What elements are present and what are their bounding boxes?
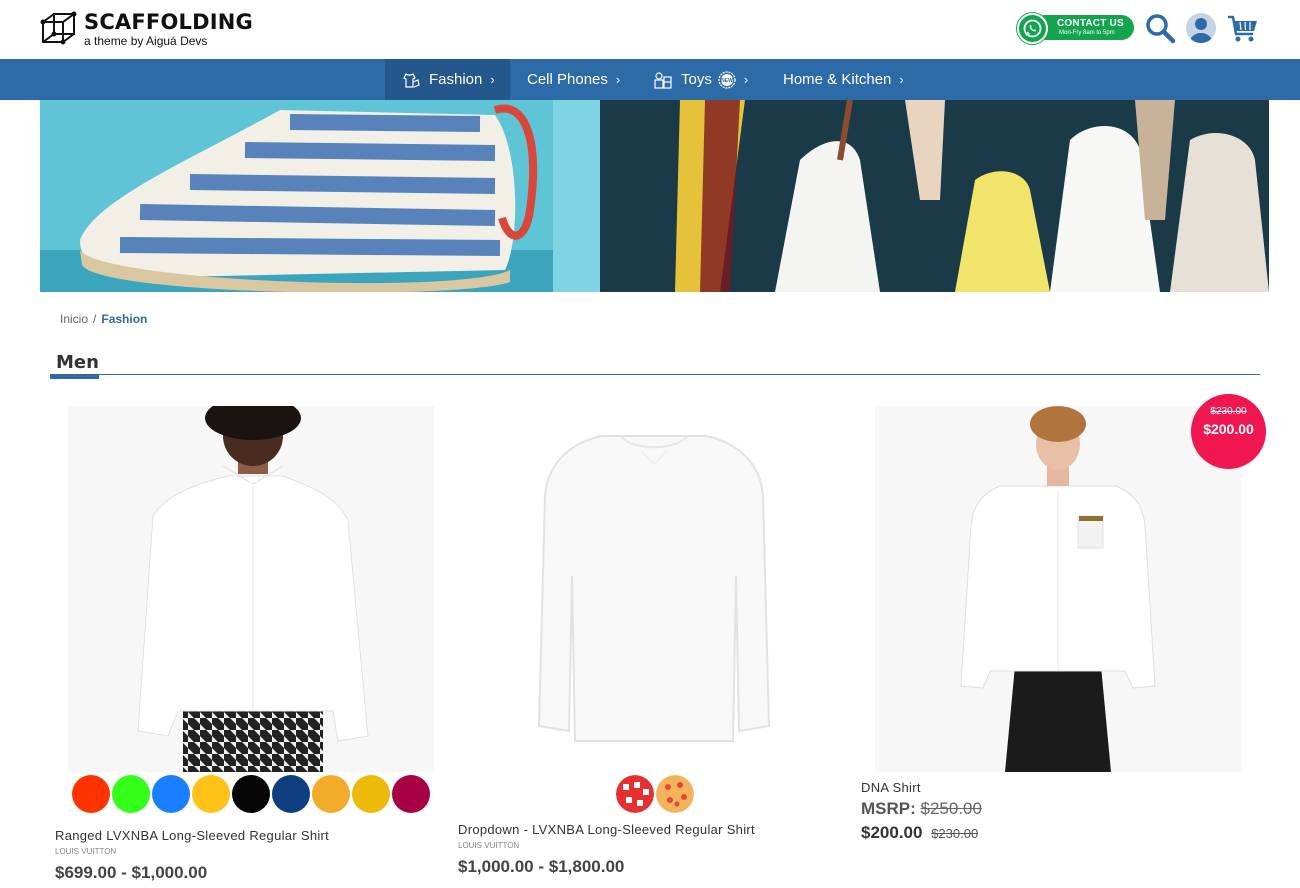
breadcrumb-home-link[interactable]: Inicio: [60, 312, 88, 326]
msrp-label: MSRP:: [861, 799, 916, 818]
section-title: Men: [56, 352, 99, 373]
price-row: $200.00 $230.00: [861, 823, 978, 843]
product-price: $699.00 - $1,000.00: [55, 863, 208, 882]
chevron-right-icon: ›: [490, 72, 495, 87]
color-swatch[interactable]: [192, 775, 230, 813]
chevron-right-icon: ›: [899, 72, 904, 87]
new-badge-text: NEW: [721, 78, 733, 84]
contact-hours: Mon-Fry 8am to 5pm: [1059, 30, 1115, 36]
breadcrumb-current: Fashion: [101, 312, 148, 326]
msrp-row: MSRP: $250.00: [861, 799, 982, 819]
search-icon[interactable]: [1144, 12, 1176, 44]
sale-badge: $230.00 $200.00: [1191, 394, 1266, 469]
breadcrumb-separator: /: [93, 312, 97, 326]
banner-image: [40, 100, 1269, 292]
site-header: SCAFFOLDING a theme by Aiguá Devs CONTAC…: [0, 0, 1300, 59]
chevron-right-icon: ›: [615, 72, 621, 87]
section-divider: [50, 374, 1260, 375]
color-swatch[interactable]: [72, 775, 110, 813]
product-price: $200.00: [861, 823, 923, 842]
product-name[interactable]: Ranged LVXNBA Long-Sleeved Regular Shirt: [55, 828, 329, 843]
product-brand: LOUIS VUITTON: [458, 841, 520, 850]
sale-badge-old-price: $230.00: [1210, 406, 1247, 417]
color-swatch[interactable]: [312, 775, 350, 813]
color-swatches: [72, 775, 430, 813]
pattern-swatch[interactable]: [656, 775, 694, 813]
logo-text: SCAFFOLDING a theme by Aiguá Devs: [84, 9, 253, 48]
main-navigation: Fashion › Cell Phones › Toys NEW › Home …: [0, 59, 1300, 100]
pattern-swatches: [616, 775, 694, 813]
color-swatch[interactable]: [152, 775, 190, 813]
nav-item-cell-phones[interactable]: Cell Phones ›: [527, 59, 620, 100]
breadcrumb: Inicio / Fashion: [60, 312, 147, 326]
product-photo-longsleeve: [471, 406, 837, 772]
nav-item-toys[interactable]: Toys NEW ›: [653, 59, 748, 100]
product-brand: LOUIS VUITTON: [55, 847, 117, 856]
color-swatch[interactable]: [232, 775, 270, 813]
nav-label-home-kitchen: Home & Kitchen: [783, 71, 892, 88]
cube-logo-icon: [40, 11, 77, 45]
product-image[interactable]: [875, 406, 1241, 772]
pattern-swatch[interactable]: [616, 775, 654, 813]
sale-badge-new-price: $200.00: [1203, 421, 1254, 437]
product-image[interactable]: [68, 406, 434, 772]
color-swatch[interactable]: [272, 775, 310, 813]
product-photo-shirt-model: [68, 406, 434, 772]
product-photo-dna-shirt: [875, 406, 1241, 772]
store-logo[interactable]: SCAFFOLDING a theme by Aiguá Devs: [40, 10, 253, 48]
cart-icon[interactable]: [1227, 12, 1259, 44]
contact-pill: CONTACT US Mon-Fry 8am to 5pm: [1033, 15, 1134, 40]
color-swatch[interactable]: [112, 775, 150, 813]
nav-item-fashion[interactable]: Fashion ›: [385, 59, 510, 100]
chevron-right-icon: ›: [743, 72, 749, 87]
product-name[interactable]: Dropdown - LVXNBA Long-Sleeved Regular S…: [458, 822, 755, 837]
product-name[interactable]: DNA Shirt: [861, 780, 921, 795]
nav-item-home-kitchen[interactable]: Home & Kitchen ›: [783, 59, 904, 100]
fashion-icon: [403, 72, 420, 88]
color-swatch[interactable]: [352, 775, 390, 813]
contact-label: CONTACT US: [1057, 18, 1124, 29]
nav-label-cell-phones: Cell Phones: [527, 71, 608, 88]
compare-at-price: $230.00: [931, 826, 979, 841]
new-badge-icon: NEW: [718, 70, 736, 89]
hero-banner[interactable]: [40, 100, 1269, 292]
contact-us-button[interactable]: CONTACT US Mon-Fry 8am to 5pm: [1017, 13, 1134, 44]
product-price: $1,000.00 - $1,800.00: [458, 857, 625, 876]
toys-icon: [654, 71, 672, 89]
whatsapp-icon: [1017, 13, 1048, 44]
product-image[interactable]: [471, 406, 837, 772]
color-swatch[interactable]: [392, 775, 430, 813]
logo-subtitle: a theme by Aiguá Devs: [84, 33, 208, 48]
section-accent-bar: [50, 374, 99, 379]
account-icon[interactable]: [1186, 13, 1216, 43]
logo-title: SCAFFOLDING: [84, 9, 253, 34]
nav-label-fashion: Fashion: [429, 71, 483, 88]
nav-label-toys: Toys: [681, 71, 712, 88]
msrp-price: $250.00: [920, 799, 982, 818]
